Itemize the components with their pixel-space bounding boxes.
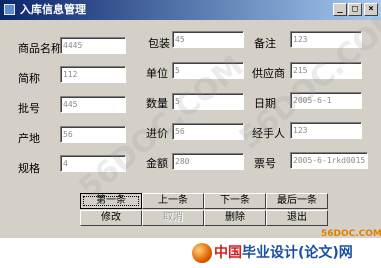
quantity-field[interactable]: 5 — [172, 93, 244, 110]
delete-button[interactable]: 删除 — [204, 210, 266, 226]
edit-button[interactable]: 修改 — [80, 210, 142, 226]
next-record-button[interactable]: 下一条 — [204, 193, 266, 209]
site-logo-text: 56DOC.COM — [321, 229, 381, 239]
supplier-label: 供应商 — [252, 67, 285, 80]
cancel-button[interactable]: 取消 — [142, 210, 204, 226]
origin-label: 产地 — [18, 132, 40, 145]
brand-text: 中国毕业设计(论文)网 — [214, 245, 353, 261]
purchase-price-label: 进价 — [146, 127, 168, 140]
batch-no-field[interactable]: 445 — [60, 96, 126, 113]
minimize-button[interactable]: _ — [333, 3, 347, 16]
last-record-button[interactable]: 最后一条 — [266, 193, 328, 209]
origin-field[interactable]: 56 — [60, 126, 126, 143]
quantity-label: 数量 — [146, 97, 168, 110]
close-button[interactable]: × — [364, 3, 378, 16]
inbound-info-window: 入库信息管理 _ □ × 商品名称 4445 简称 112 批号 445 产地 … — [0, 0, 381, 268]
handler-field[interactable]: 123 — [290, 122, 362, 139]
unit-label: 单位 — [146, 67, 168, 80]
short-name-field[interactable]: 112 — [60, 66, 126, 83]
globe-logo-icon — [192, 243, 212, 263]
voucher-no-field[interactable]: 2005-6-1rkd0015 — [290, 152, 368, 169]
exit-button[interactable]: 退出 — [266, 210, 328, 226]
remark-field[interactable]: 123 — [290, 31, 362, 48]
product-name-field[interactable]: 4445 — [60, 37, 126, 54]
title-bar[interactable]: 入库信息管理 _ □ × — [0, 0, 381, 20]
date-field[interactable]: 2005-6-1 — [290, 92, 362, 109]
voucher-no-label: 票号 — [254, 157, 276, 170]
unit-field[interactable]: 5 — [172, 62, 244, 79]
batch-no-label: 批号 — [18, 102, 40, 115]
prev-record-button[interactable]: 上一条 — [142, 193, 204, 209]
spec-field[interactable]: 4 — [60, 155, 126, 172]
spec-label: 规格 — [18, 162, 40, 175]
product-name-label: 商品名称 — [18, 42, 62, 55]
packaging-label: 包装 — [148, 37, 170, 50]
remark-label: 备注 — [254, 37, 276, 50]
purchase-price-field[interactable]: 56 — [172, 123, 244, 140]
brand-part2: 毕业设计(论文)网 — [242, 245, 353, 261]
window-title: 入库信息管理 — [20, 3, 86, 16]
restore-button[interactable]: □ — [348, 3, 362, 16]
amount-field[interactable]: 280 — [172, 153, 244, 170]
packaging-field[interactable]: 45 — [172, 31, 244, 48]
amount-label: 金额 — [146, 157, 168, 170]
supplier-field[interactable]: 215 — [290, 62, 362, 79]
handler-label: 经手人 — [252, 127, 285, 140]
first-record-button[interactable]: 第一条 — [80, 193, 142, 209]
app-icon — [4, 4, 15, 15]
brand-part1: 中国 — [214, 245, 242, 261]
date-label: 日期 — [254, 97, 276, 110]
short-name-label: 简称 — [18, 72, 40, 85]
